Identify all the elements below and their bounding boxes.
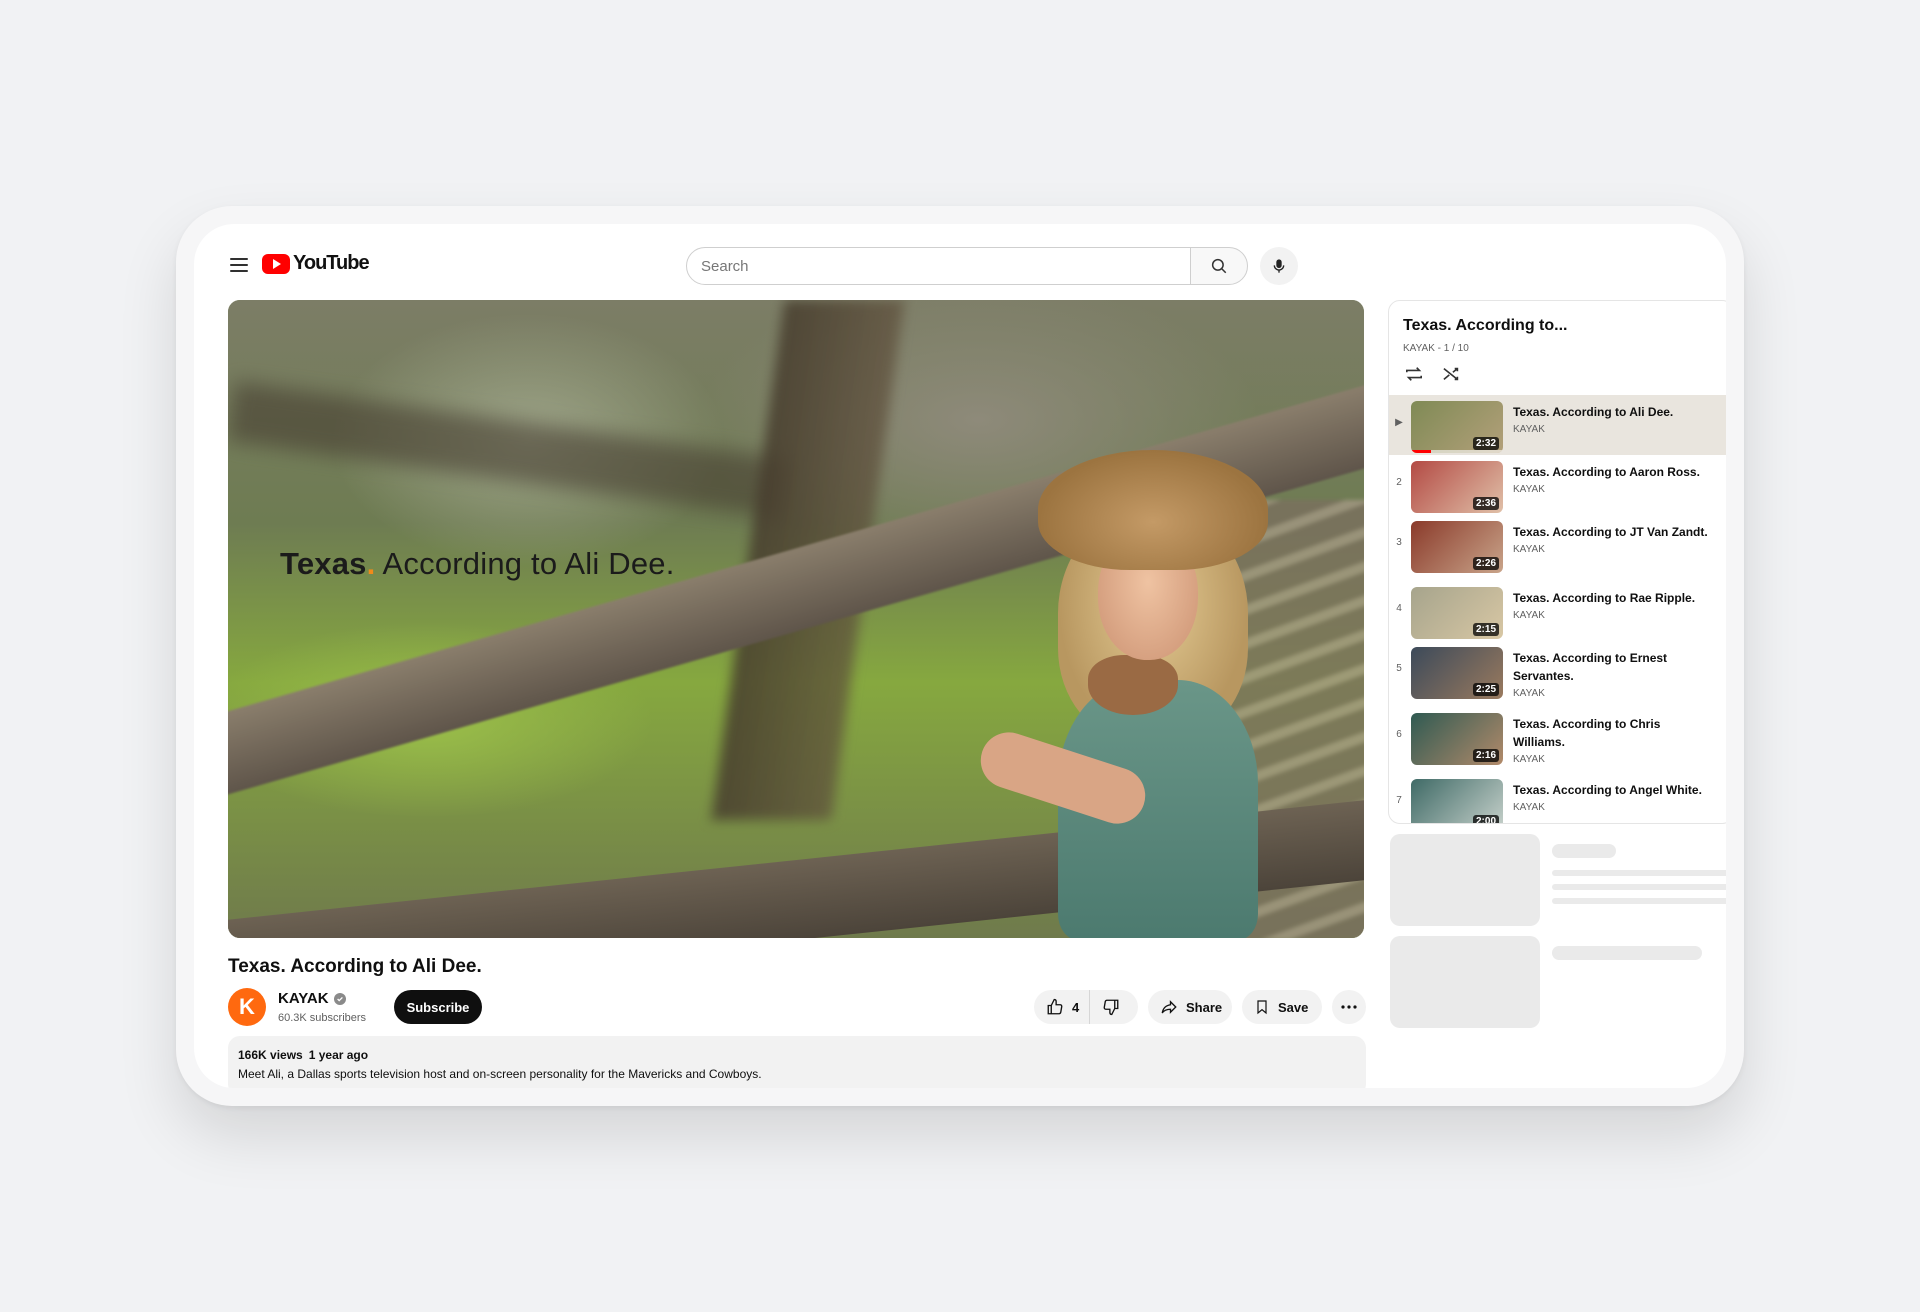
voice-search-button[interactable] [1260, 247, 1298, 285]
more-actions-button[interactable] [1332, 990, 1366, 1024]
thumbs-down-icon [1103, 999, 1119, 1016]
playlist-item-thumbnail: 2:16 [1411, 713, 1503, 765]
playlist-item[interactable]: ▶ 2:32 Texas. According to Ali Dee. KAYAK [1389, 395, 1726, 455]
playlist-item-duration: 2:16 [1472, 749, 1499, 762]
playlist-item-title: Texas. According to Angel White. [1513, 783, 1702, 797]
share-icon [1161, 1000, 1177, 1014]
channel-name-text: KAYAK [278, 990, 329, 1007]
shuffle-playlist-button[interactable] [1441, 365, 1463, 388]
search-button[interactable] [1190, 247, 1248, 285]
subscribe-button[interactable]: Subscribe [394, 990, 482, 1024]
loop-icon [1405, 367, 1423, 381]
playlist-item-title: Texas. According to Ali Dee. [1513, 405, 1674, 419]
thumbs-up-icon [1047, 998, 1063, 1015]
loading-placeholder [1552, 870, 1726, 876]
playlist-item[interactable]: 3 2:26 Texas. According to JT Van Zandt. KA… [1389, 515, 1726, 581]
playlist-item-channel: KAYAK [1513, 754, 1545, 765]
playlist-item-thumbnail: 2:15 [1411, 587, 1503, 639]
loading-placeholder [1390, 936, 1540, 1028]
view-count: 166K views [238, 1048, 303, 1062]
video-overlay-title: Texas. According to Ali Dee. [280, 546, 675, 581]
screen: YouTube Texas. A [194, 224, 1726, 1088]
video-player[interactable]: Texas. According to Ali Dee. [228, 300, 1364, 938]
loading-placeholder [1552, 946, 1702, 960]
like-button[interactable]: 4 [1034, 990, 1091, 1024]
subscriber-count: 60.3K subscribers [278, 1012, 367, 1024]
more-horizontal-icon [1341, 1005, 1357, 1009]
playlist-item-duration: 2:25 [1472, 683, 1499, 696]
playlist-item-channel: KAYAK [1513, 484, 1545, 495]
playlist-item-title: Texas. According to Rae Ripple. [1513, 591, 1696, 605]
channel-avatar[interactable]: K [228, 988, 266, 1026]
playlist-item-index: 6 [1396, 729, 1402, 740]
playlist-item-title: Texas. According to JT Van Zandt. [1513, 525, 1708, 539]
playlist-item-channel: KAYAK [1513, 610, 1545, 621]
playlist-item-index: ▶ [1395, 417, 1403, 428]
search-input[interactable] [686, 247, 1191, 285]
loading-placeholder [1552, 898, 1726, 904]
playlist-title: Texas. According to... [1403, 317, 1568, 334]
playlist-item-thumbnail: 2:25 [1411, 647, 1503, 699]
playlist-item-duration: 2:26 [1472, 557, 1499, 570]
upload-age: 1 year ago [308, 1048, 369, 1062]
save-label: Save [1278, 999, 1309, 1015]
menu-icon[interactable] [230, 258, 248, 272]
playlist-item[interactable]: 5 2:25 Texas. According to Ernest Servante… [1389, 641, 1726, 707]
playlist-items: ▶ 2:32 Texas. According to Ali Dee. KAYAK 2 2… [1389, 395, 1726, 823]
playlist-item-title: Texas. According to Ernest Servantes. [1513, 651, 1668, 683]
tablet-frame: YouTube Texas. A [176, 206, 1744, 1106]
search-icon [1211, 258, 1227, 274]
playlist-item-index: 4 [1396, 603, 1402, 614]
playlist-item[interactable]: 4 2:15 Texas. According to Rae Ripple. KAYA… [1389, 581, 1726, 641]
share-button[interactable]: Share [1148, 990, 1232, 1024]
playlist-item-title: Texas. According to Chris Williams. [1513, 717, 1661, 749]
playlist-item-index: 3 [1396, 537, 1402, 548]
verified-icon [333, 992, 346, 1005]
save-button[interactable]: Save [1242, 990, 1322, 1024]
playlist-item-index: 7 [1396, 795, 1402, 806]
video-title: Texas. According to Ali Dee. [228, 956, 482, 977]
play-logo-icon [262, 253, 290, 274]
like-count: 4 [1072, 999, 1080, 1015]
playlist-item-duration: 2:32 [1472, 437, 1499, 450]
playlist-item-thumbnail: 2:00 [1411, 779, 1503, 823]
playlist-item-thumbnail: 2:32 [1411, 401, 1503, 453]
playlist-item-duration: 2:15 [1472, 623, 1499, 636]
playlist-item-thumbnail: 2:36 [1411, 461, 1503, 513]
playlist-item-thumbnail: 2:26 [1411, 521, 1503, 573]
video-subject [973, 450, 1278, 938]
playlist-item[interactable]: 7 2:00 Texas. According to Angel White. KAY… [1389, 773, 1726, 823]
description-meta: 166K views 1 year ago [238, 1048, 1356, 1062]
playlist-item-index: 2 [1396, 477, 1402, 488]
youtube-logo[interactable]: YouTube [262, 252, 370, 275]
playlist-item-duration: 2:36 [1472, 497, 1499, 510]
loading-placeholder [1552, 844, 1616, 858]
bookmark-icon [1257, 1000, 1267, 1015]
playlist-item-index: 5 [1396, 663, 1402, 674]
loading-placeholder [1390, 834, 1540, 926]
dislike-button[interactable] [1090, 990, 1132, 1024]
logo-text: YouTube [293, 252, 370, 274]
playlist-item-channel: KAYAK [1513, 544, 1545, 555]
loading-placeholder [1552, 884, 1726, 890]
loop-playlist-button[interactable] [1403, 365, 1425, 388]
playlist-item[interactable]: 2 2:36 Texas. According to Aaron Ross. KAYA… [1389, 455, 1726, 515]
playlist-subtitle: KAYAK - 1 / 10 [1403, 343, 1469, 354]
playlist-panel: Texas. According to... KAYAK - 1 / 10 ▶ 2… [1388, 300, 1726, 824]
playlist-item[interactable]: 6 2:16 Texas. According to Chris Williams.… [1389, 707, 1726, 773]
share-label: Share [1186, 999, 1223, 1015]
description-text: Meet Ali, a Dallas sports television hos… [238, 1067, 762, 1081]
shuffle-icon [1443, 367, 1459, 381]
watch-progress-bar [1411, 450, 1503, 453]
microphone-icon [1273, 259, 1285, 273]
description-box[interactable]: 166K views 1 year ago Meet Ali, a Dallas … [228, 1036, 1366, 1088]
playlist-item-title: Texas. According to Aaron Ross. [1513, 465, 1700, 479]
playlist-item-channel: KAYAK [1513, 802, 1545, 813]
like-dislike-group: 4 [1034, 990, 1138, 1024]
playlist-item-duration: 2:00 [1472, 815, 1499, 823]
playlist-item-channel: KAYAK [1513, 688, 1545, 699]
channel-name[interactable]: KAYAK [278, 990, 346, 1007]
playlist-item-channel: KAYAK [1513, 424, 1545, 435]
